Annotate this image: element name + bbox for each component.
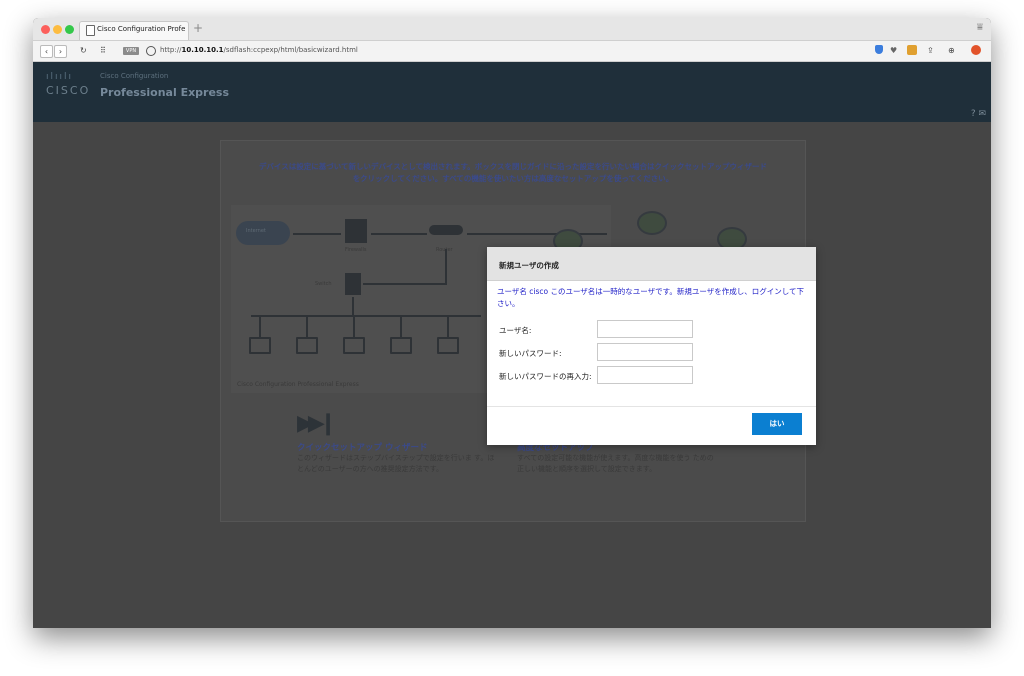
app-header: ılıılı CISCO Cisco Configuration Profess… [33,62,991,122]
new-password-label: 新しいパスワード: [499,349,562,358]
download-icon[interactable]: ⊕ [948,45,955,57]
dialog-message: ユーザ名 cisco このユーザ名は一時的なユーザです。新規ユーザを作成し、ログ… [497,287,805,308]
zoom-window-button[interactable] [65,25,74,34]
desktop-icon [390,337,412,354]
dialog-divider [487,406,816,407]
help-label: ? [970,109,976,119]
reload-icon[interactable]: ↻ [80,45,87,57]
shield-icon[interactable] [875,45,883,54]
desktop-icon [437,337,459,354]
back-button[interactable]: ‹ [40,45,53,58]
firewall-icon [345,219,367,243]
confirm-password-input[interactable] [597,366,693,384]
advanced-setup-desc: すべての設定可能な機能が使えます。高度な機能を使う ための正しい機能と順序を選択… [517,454,714,473]
url-path: /sdflash:ccpexp/html/basicwizard.html [223,46,358,54]
wireless-icon [637,211,667,235]
confirm-password-label: 新しいパスワードの再入力: [499,372,592,381]
firewall-label: Firewalls [345,247,367,253]
laptop-icon [296,337,318,354]
new-tab-button[interactable]: + [193,21,203,35]
url-host: 10.10.10.1 [181,46,224,54]
intro-text: デバイスは設定に基づいて新しいデバイスとして検出されます。ボックスを閉じガイドに… [229,161,797,185]
switch-icon [345,273,361,295]
tab-bar: Cisco Configuration Professio + ⩸ [33,18,991,41]
new-password-input[interactable] [597,343,693,361]
ok-button[interactable]: はい [752,413,802,435]
minimize-window-button[interactable] [53,25,62,34]
username-input[interactable] [597,320,693,338]
fast-forward-icon: ▶▶❙ [297,411,337,436]
tab-title: Cisco Configuration Professio [97,25,185,33]
top-sites-icon[interactable]: ⠿ [100,45,106,57]
browser-tab[interactable]: Cisco Configuration Professio [79,21,189,40]
dialog-title: 新規ユーザの作成 [499,261,559,270]
globe-icon [146,46,156,56]
internet-cloud-icon: Internet [236,221,290,245]
intro-line-1: デバイスは設定に基づいて新しいデバイスとして検出されます。ボックスを閉じガイドに… [258,162,768,171]
help-icon[interactable]: ? ✉ [971,109,986,119]
profile-icon[interactable] [971,45,981,55]
switch-label: Switch [315,281,332,287]
quick-setup-desc: このウィザードはステップバイステップで設定を行いま す。ほとんどのユーザーの方へ… [297,454,495,473]
heart-icon[interactable]: ♥ [890,45,897,57]
product-title: Professional Express [100,86,230,99]
toolbar: ‹ › ↻ ⠿ VPN http://10.10.10.1/sdflash:cc… [33,41,991,62]
create-user-dialog: 新規ユーザの作成 ユーザ名 cisco このユーザ名は一時的なユーザです。新規ユ… [487,247,816,445]
page-icon [86,25,95,36]
url-prefix: http:// [160,46,182,54]
laptop-icon [249,337,271,354]
share-icon[interactable]: ⇪ [927,45,934,57]
quick-setup-title[interactable]: クイックセットアップ ウィザード [297,441,427,453]
vpn-badge[interactable]: VPN [123,47,139,55]
diagram-caption: Cisco Configuration Professional Express [237,381,359,388]
close-window-button[interactable] [41,25,50,34]
laptop-icon [343,337,365,354]
tab-overview-icon[interactable]: ⩸ [977,22,983,33]
username-label: ユーザ名: [499,326,532,335]
dialog-header: 新規ユーザの作成 [487,247,816,281]
cisco-logo-bars: ılıılı [46,72,74,82]
cisco-logo: CISCO [46,84,91,97]
internet-label: Internet [246,228,266,234]
product-subtitle: Cisco Configuration [100,72,169,80]
router-icon [429,225,463,235]
url-field[interactable]: http://10.10.10.1/sdflash:ccpexp/html/ba… [160,46,358,54]
intro-line-2: をクリックしてください。すべての機能を使いたい方は高度なセットアップを使ってくだ… [352,174,674,183]
extension-icon[interactable] [907,45,917,55]
forward-button[interactable]: › [54,45,67,58]
